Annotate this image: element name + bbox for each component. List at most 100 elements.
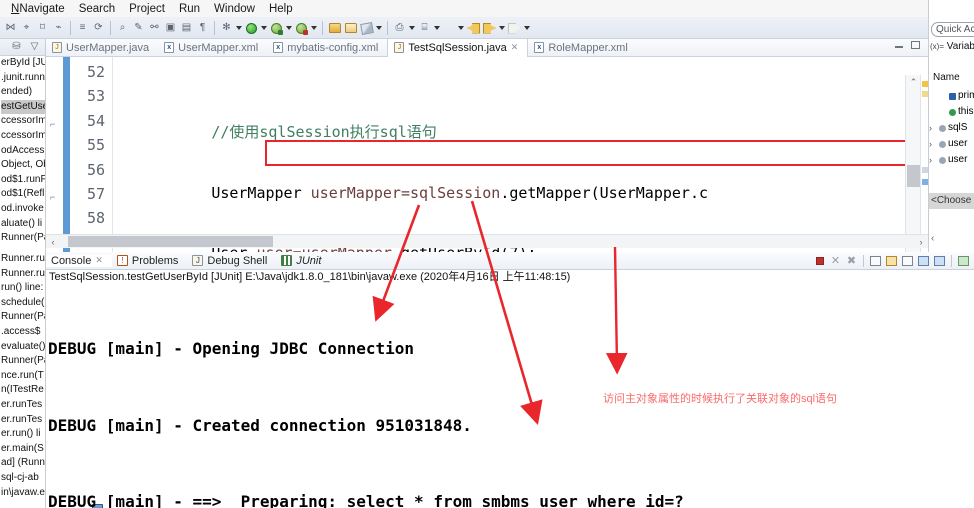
stack-row[interactable]: Runner(Pa — [1, 231, 45, 246]
quick-fix-icon[interactable] — [359, 20, 374, 36]
stack-row[interactable]: schedule( — [1, 296, 45, 311]
stack-row[interactable]: ad] (Runn — [1, 456, 45, 471]
variable-row[interactable]: › user — [929, 136, 974, 152]
link-icon[interactable]: ⚯ — [147, 20, 162, 36]
coverage-icon[interactable] — [294, 20, 309, 36]
coverage-dropdown-arrow-icon[interactable] — [310, 20, 318, 36]
menu-item-project[interactable]: Project — [122, 2, 172, 16]
box-icon-2[interactable]: ▤ — [179, 20, 194, 36]
minimize-icon[interactable] — [895, 43, 903, 48]
back-arrow-icon[interactable] — [466, 20, 481, 36]
variable-row[interactable]: prim — [929, 88, 974, 104]
stack-row[interactable]: er.runTes — [1, 398, 45, 413]
search-icon[interactable]: ⌕ — [115, 20, 130, 36]
debug-stack-pane-lower[interactable]: Runner.ru Runner.ru run() line: schedule… — [0, 252, 46, 508]
run-as-icon[interactable] — [269, 20, 284, 36]
variables-rows[interactable]: prim this › sqlS › user › user — [929, 88, 974, 168]
stack-row[interactable]: Runner.ru — [1, 252, 45, 267]
view-menu-dropdown-arrow-icon[interactable] — [433, 20, 441, 36]
stack-row-selected[interactable]: estGetUse — [1, 99, 45, 115]
tab-debug-shell[interactable]: J Debug Shell — [187, 255, 276, 267]
stack-row[interactable]: od$1.runF — [1, 173, 45, 188]
editor-horizontal-scrollbar[interactable]: ‹ › — [46, 234, 928, 248]
open-resource-icon[interactable] — [343, 20, 358, 36]
tab-problems[interactable]: ! Problems — [112, 255, 187, 267]
stack-row[interactable]: .access$ — [1, 325, 45, 340]
close-icon[interactable]: ✕ — [511, 42, 519, 53]
tab-variables[interactable]: (x)= Variabl — [930, 41, 974, 52]
pin-console-icon[interactable] — [901, 254, 914, 267]
menu-item-search[interactable]: Search — [72, 2, 122, 16]
stack-row[interactable]: Runner(Pa — [1, 310, 45, 325]
variables-horizontal-scroll-left-icon[interactable]: ‹ — [931, 233, 934, 244]
chevron-right-icon[interactable]: › — [929, 136, 937, 152]
terminate-icon[interactable] — [813, 254, 826, 267]
edit-icon[interactable]: ✎ — [131, 20, 146, 36]
variable-row[interactable]: › sqlS — [929, 120, 974, 136]
folding-marker-icon[interactable]: ⌐ — [50, 192, 59, 202]
save-all-icon[interactable]: ⌑ — [35, 20, 50, 36]
folding-marker-icon[interactable]: ⌐ — [50, 119, 59, 129]
view-menu-triangle-icon[interactable]: ▽ — [27, 39, 42, 55]
stack-row[interactable]: ccessorIm — [1, 129, 45, 144]
close-icon[interactable]: ✕ — [95, 255, 103, 266]
stack-row[interactable]: sql-cj-ab — [1, 471, 45, 486]
code-line-53[interactable]: UserMapper userMapper=sqlSession.getMapp… — [113, 156, 928, 202]
stack-row[interactable]: erById [JU — [1, 56, 45, 71]
menu-item-window[interactable]: Window — [207, 2, 262, 16]
print-icon[interactable]: ⌁ — [51, 20, 66, 36]
editor-tab-usermapper-xml[interactable]: x UserMapper.xml — [158, 39, 267, 57]
editor-tab-rolemapper-xml[interactable]: x RoleMapper.xml — [528, 39, 636, 57]
editor-tab-mybatis-config-xml[interactable]: x mybatis-config.xml — [267, 39, 387, 57]
stack-row[interactable]: evaluate() — [1, 340, 45, 355]
run-as-dropdown-arrow-icon[interactable] — [285, 20, 293, 36]
stack-row[interactable]: Object, Ob — [1, 158, 45, 173]
stack-row[interactable]: od$1(Refl — [1, 187, 45, 202]
debug-gear-icon[interactable]: ✻ — [219, 20, 234, 36]
build-icon[interactable]: ≡ — [75, 20, 90, 36]
collapse-all-icon[interactable]: ⛁ — [9, 39, 24, 55]
scroll-lock-icon[interactable] — [885, 254, 898, 267]
chevron-right-icon[interactable]: › — [929, 152, 937, 168]
perspective-icon[interactable]: ⎙ — [392, 20, 407, 36]
stack-row[interactable]: Runner.ru — [1, 267, 45, 282]
new-wizard-icon[interactable]: ⋈ — [3, 20, 18, 36]
editor-tab-testsqlsession-java[interactable]: J TestSqlSession.java ✕ — [387, 38, 529, 57]
debug-stack-rows-lower[interactable]: Runner.ru Runner.ru run() line: schedule… — [0, 252, 45, 500]
stack-row[interactable]: odAccess — [1, 144, 45, 159]
scroll-right-icon[interactable]: › — [914, 237, 928, 247]
stack-row[interactable]: Runner(Pa — [1, 354, 45, 369]
run-dropdown-arrow-icon[interactable] — [260, 20, 268, 36]
display-selected-console-icon[interactable] — [917, 254, 930, 267]
quick-fix-dropdown-arrow-icon[interactable] — [375, 20, 383, 36]
stack-row[interactable]: ccessorIm — [1, 114, 45, 129]
open-console-icon[interactable] — [933, 254, 946, 267]
tab-console[interactable]: ▭ Console ✕ — [46, 254, 112, 508]
scroll-left-icon[interactable]: ‹ — [46, 237, 60, 247]
paragraph-icon[interactable]: ¶ — [195, 20, 210, 36]
remove-all-launches-icon[interactable]: ✖ — [845, 254, 858, 267]
open-type-icon[interactable] — [327, 20, 342, 36]
menu-item-run[interactable]: Run — [172, 2, 207, 16]
remove-launch-icon[interactable]: ✕ — [829, 254, 842, 267]
maximize-icon[interactable] — [911, 41, 920, 49]
chevron-right-icon[interactable]: › — [929, 120, 937, 136]
run-icon[interactable] — [244, 20, 259, 36]
refresh-icon[interactable]: ⟳ — [91, 20, 106, 36]
perspective-dropdown-arrow-icon[interactable] — [408, 20, 416, 36]
stack-row[interactable]: in\javaw.e — [1, 486, 45, 501]
stack-row[interactable]: .junit.runn — [1, 71, 45, 86]
debug-stack-rows[interactable]: erById [JU .junit.runn ended) estGetUse … — [0, 56, 45, 246]
next-annotation-icon[interactable] — [507, 20, 522, 36]
view-menu-icon[interactable]: ⌸ — [417, 20, 432, 36]
variable-row[interactable]: › user — [929, 152, 974, 168]
menu-item-navigate[interactable]: NNavigate — [4, 2, 72, 16]
marker-gutter[interactable]: ⌐ ⌐ — [46, 57, 63, 252]
new-console-view-icon[interactable] — [957, 254, 970, 267]
box-icon-1[interactable]: ▣ — [163, 20, 178, 36]
debug-dropdown-arrow-icon[interactable] — [235, 20, 243, 36]
quick-access-input[interactable]: Quick Ac — [931, 22, 974, 37]
variable-row[interactable]: this — [929, 104, 974, 120]
menu-item-help[interactable]: Help — [262, 2, 300, 16]
stack-row[interactable]: er.runTes — [1, 413, 45, 428]
